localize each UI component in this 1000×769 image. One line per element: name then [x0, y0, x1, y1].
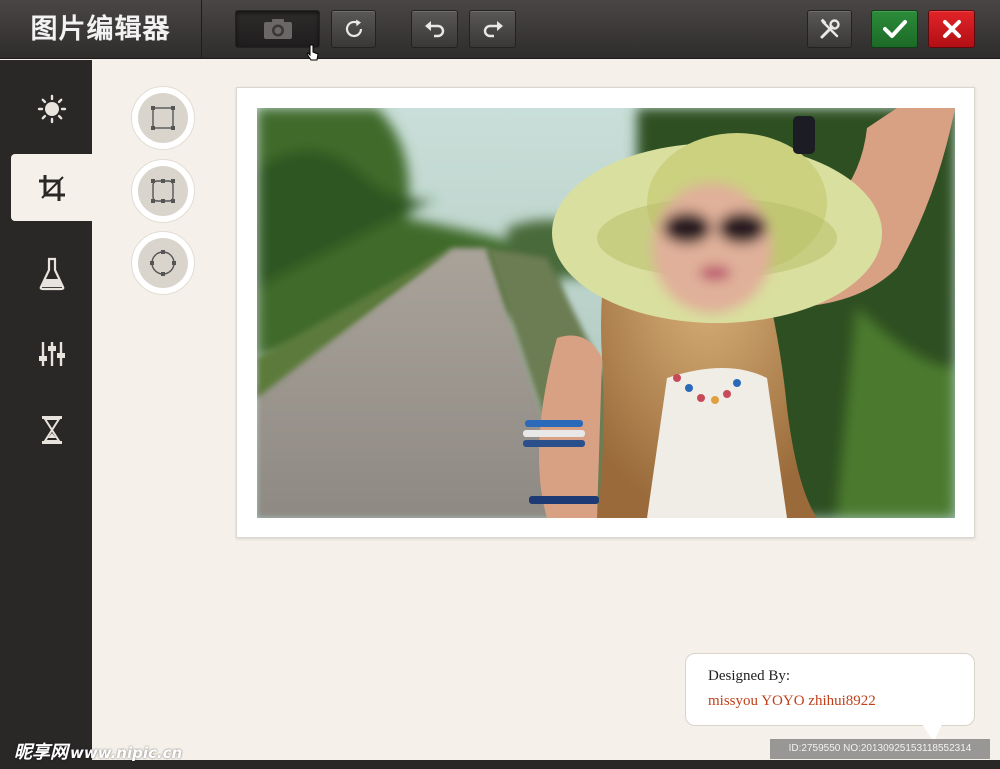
cursor-icon	[306, 44, 319, 61]
watermark-logo-text: 昵享网	[14, 742, 68, 763]
crop-shape-circle-bg	[138, 238, 188, 288]
edited-photo[interactable]	[257, 108, 955, 518]
crop-shape-rounded-button[interactable]	[131, 159, 195, 223]
redo-icon	[483, 21, 503, 38]
watermark-id: ID:2759550 NO:20130925153118552314	[770, 739, 990, 759]
watermark-url: www.nipic.cn	[70, 744, 183, 762]
photo-canvas[interactable]	[236, 87, 975, 538]
brightness-icon	[37, 94, 66, 123]
sidebar-item-brightness[interactable]	[11, 75, 92, 142]
top-toolbar: 图片编辑器	[0, 0, 1000, 61]
tools-icon	[820, 18, 840, 39]
tools-button[interactable]	[807, 10, 852, 48]
refresh-icon	[345, 19, 362, 38]
undo-icon	[424, 21, 444, 38]
check-icon	[882, 20, 907, 38]
circle-crop-icon	[150, 250, 176, 276]
refresh-button[interactable]	[331, 10, 376, 48]
crop-icon	[38, 174, 65, 201]
sidebar-item-history[interactable]	[11, 396, 92, 463]
close-icon	[942, 20, 961, 38]
credit-bubble: Designed By: missyou YOYO zhihui8922	[685, 653, 975, 726]
credit-authors: missyou YOYO zhihui8922	[708, 693, 876, 709]
crop-shape-rounded-bg	[138, 166, 188, 216]
camera-icon	[263, 19, 292, 39]
square-crop-icon	[151, 106, 175, 130]
crop-shape-square-button[interactable]	[131, 86, 195, 150]
sidebar	[0, 60, 92, 769]
hourglass-icon	[41, 415, 62, 444]
crop-shape-circle-button[interactable]	[131, 231, 195, 295]
rounded-square-crop-icon	[151, 179, 175, 203]
sidebar-item-effects[interactable]	[11, 240, 92, 307]
flask-icon	[39, 257, 64, 290]
sidebar-item-adjust[interactable]	[11, 320, 92, 387]
confirm-button[interactable]	[871, 10, 918, 48]
sidebar-item-crop[interactable]	[11, 154, 92, 221]
undo-button[interactable]	[411, 10, 458, 48]
crop-shape-square-bg	[138, 93, 188, 143]
photo-illustration	[257, 108, 955, 518]
sliders-icon	[38, 341, 65, 366]
redo-button[interactable]	[469, 10, 516, 48]
watermark-logo: 昵享网 www.nipic.cn	[14, 738, 182, 764]
app-title: 图片编辑器	[0, 0, 202, 59]
cancel-button[interactable]	[928, 10, 975, 48]
camera-button[interactable]	[235, 10, 320, 48]
credit-label: Designed By:	[708, 668, 791, 684]
